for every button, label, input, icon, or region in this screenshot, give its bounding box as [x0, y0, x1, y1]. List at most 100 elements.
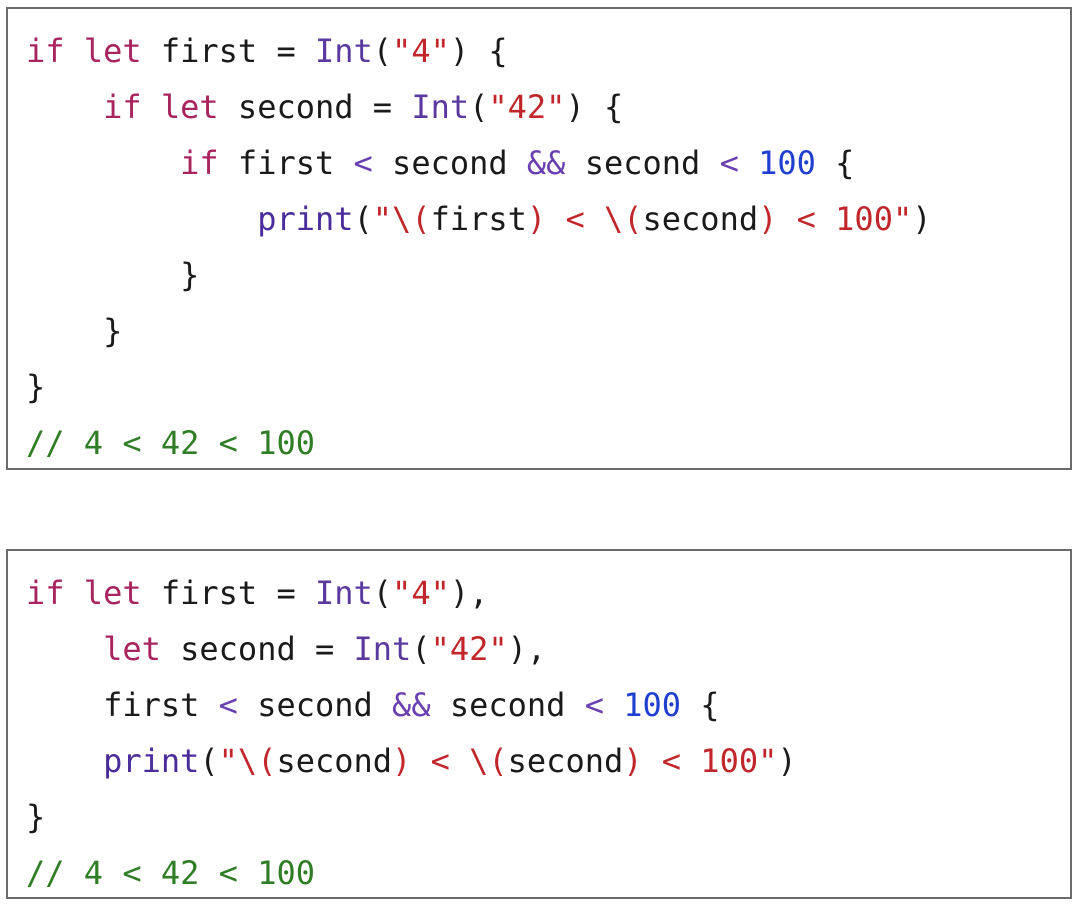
- interpolated-variable: first: [430, 200, 527, 238]
- keyword: let: [103, 630, 161, 668]
- code-snippet-nested: if let first = Int("4") { if let second …: [6, 7, 1072, 470]
- string-literal: "\: [218, 742, 258, 780]
- code-line: }: [26, 359, 1052, 415]
- operator: <: [719, 144, 739, 182]
- string-literal: < \: [411, 742, 489, 780]
- code-text: (: [372, 32, 393, 70]
- code-snippet-combined: if let first = Int("4"), let second = In…: [6, 549, 1072, 899]
- keyword: if: [26, 574, 65, 612]
- code-text: first =: [141, 32, 315, 70]
- keyword: if: [103, 88, 142, 126]
- code-text: }: [26, 312, 123, 350]
- code-text: (: [353, 200, 373, 238]
- code-line: // 4 < 42 < 100: [26, 845, 1052, 901]
- function-name: print: [257, 200, 354, 238]
- code-line: first < second && second < 100 {: [26, 677, 1052, 733]
- string-literal: < 100": [777, 200, 913, 238]
- keyword: if: [180, 144, 219, 182]
- code-line: }: [26, 789, 1052, 845]
- code-text: ),: [449, 574, 489, 612]
- function-name: print: [103, 742, 200, 780]
- interpolation-paren: ): [758, 200, 778, 238]
- number-literal: 100: [623, 686, 682, 724]
- code-line: if first < second && second < 100 {: [26, 135, 1052, 191]
- code-line: }: [26, 303, 1052, 359]
- operator: &&: [392, 686, 431, 724]
- number-literal: 100: [758, 144, 816, 182]
- code-line: if let first = Int("4"),: [26, 565, 1052, 621]
- keyword: if: [26, 32, 65, 70]
- type-name: Int: [353, 630, 412, 668]
- string-literal: "\: [372, 200, 412, 238]
- code-line: print("\(second) < \(second) < 100"): [26, 733, 1052, 789]
- string-literal: < \: [546, 200, 624, 238]
- interpolated-variable: second: [642, 200, 759, 238]
- interpolation-paren: (: [257, 742, 277, 780]
- operator: &&: [526, 144, 566, 182]
- string-literal: < 100": [642, 742, 778, 780]
- code-text: second =: [160, 630, 354, 668]
- code-text: first: [103, 686, 219, 724]
- code-line: }: [26, 247, 1052, 303]
- code-comment: // 4 < 42 < 100: [26, 854, 315, 892]
- code-line: let second = Int("42"),: [26, 621, 1052, 677]
- code-text: second: [430, 686, 585, 724]
- keyword: let: [83, 32, 142, 70]
- string-literal: "4": [392, 574, 450, 612]
- keyword: let: [160, 88, 219, 126]
- code-line: if let second = Int("42") {: [26, 79, 1052, 135]
- type-name: Int: [314, 32, 373, 70]
- operator: <: [584, 686, 604, 724]
- operator: <: [218, 686, 238, 724]
- string-literal: "42": [488, 88, 566, 126]
- code-text: (: [199, 742, 219, 780]
- interpolated-variable: second: [276, 742, 393, 780]
- code-text: (: [469, 88, 489, 126]
- code-text: second: [565, 144, 720, 182]
- code-text: (: [372, 574, 393, 612]
- code-text: second: [372, 144, 527, 182]
- code-text: ): [912, 200, 932, 238]
- code-text: second: [237, 686, 393, 724]
- code-text: first: [218, 144, 354, 182]
- keyword: let: [83, 574, 142, 612]
- type-name: Int: [411, 88, 470, 126]
- string-literal: "42": [430, 630, 508, 668]
- code-text: {: [815, 144, 855, 182]
- type-name: Int: [314, 574, 373, 612]
- interpolation-paren: ): [392, 742, 412, 780]
- interpolation-paren: (: [411, 200, 431, 238]
- code-text: ),: [507, 630, 547, 668]
- code-line: if let first = Int("4") {: [26, 23, 1052, 79]
- code-line: print("\(first) < \(second) < 100"): [26, 191, 1052, 247]
- string-literal: "4": [392, 32, 450, 70]
- code-text: }: [26, 368, 46, 406]
- interpolation-paren: ): [623, 742, 643, 780]
- code-text: {: [681, 686, 720, 724]
- interpolation-paren: (: [488, 742, 508, 780]
- code-text: (: [411, 630, 431, 668]
- code-text: second =: [218, 88, 412, 126]
- interpolated-variable: second: [507, 742, 624, 780]
- code-text: first =: [141, 574, 315, 612]
- code-text: ): [777, 742, 797, 780]
- code-line: // 4 < 42 < 100: [26, 415, 1052, 471]
- code-text: }: [26, 798, 46, 836]
- interpolation-paren: ): [526, 200, 547, 238]
- code-text: }: [26, 256, 200, 294]
- operator: <: [353, 144, 373, 182]
- interpolation-paren: (: [623, 200, 643, 238]
- code-text: ) {: [565, 88, 624, 126]
- code-text: ) {: [449, 32, 508, 70]
